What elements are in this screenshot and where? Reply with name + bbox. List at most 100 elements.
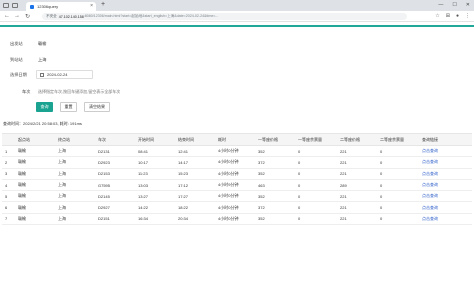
- depart-time: 13:03: [135, 179, 175, 192]
- table-row: 5 赣榆 上海 D2145 13:27 17:27 4小时0分钟 352 0 221 0 点击查询: [2, 190, 472, 203]
- url-field[interactable]: 不安全 47.102.140.158 :8080/12306/main.html…: [42, 13, 407, 20]
- table-row: 7 赣榆 上海 D2151 16:34 20:34 4小时0分钟 352 0 221 0 点击查询: [2, 213, 472, 226]
- first-class-seats: 0: [295, 213, 337, 226]
- query-link[interactable]: 点击查询: [419, 190, 472, 203]
- browser-tab[interactable]: 12306query ×: [26, 2, 96, 11]
- start-station-label: 出发站: [10, 41, 23, 46]
- date-value: 2024-02-24: [47, 72, 68, 77]
- query-link[interactable]: 点击查询: [419, 213, 472, 226]
- row-index: 4: [2, 179, 15, 192]
- second-class-price: 221: [337, 201, 377, 214]
- column-header-train: 车次: [95, 133, 135, 146]
- duration: 4小时0分钟: [215, 201, 255, 214]
- new-tab-button[interactable]: +: [101, 1, 105, 8]
- security-warning[interactable]: 不安全: [46, 14, 57, 19]
- first-class-price: 463: [255, 179, 295, 192]
- from-station: 赣榆: [15, 213, 55, 226]
- second-class-seats: 0: [377, 190, 419, 203]
- query-link[interactable]: 点击查询: [419, 201, 472, 214]
- depart-time: 13:27: [135, 190, 175, 203]
- tab-title: 12306query: [37, 4, 59, 9]
- to-station: 上海: [55, 201, 95, 214]
- second-class-seats: 0: [377, 156, 419, 169]
- query-link[interactable]: 点击查询: [419, 156, 472, 169]
- arrive-station-value[interactable]: 上海: [38, 57, 46, 63]
- extensions-icon[interactable]: ⊞: [446, 13, 450, 19]
- arrive-time: 20:34: [175, 213, 215, 226]
- search-button[interactable]: 查询: [36, 102, 53, 112]
- duration: 4小时0分钟: [215, 190, 255, 203]
- row-index: 6: [2, 201, 15, 214]
- first-class-seats: 0: [295, 156, 337, 169]
- second-class-price: 221: [337, 213, 377, 226]
- first-class-price: 352: [255, 213, 295, 226]
- column-header-first-seats: 一等座余票量: [295, 133, 337, 146]
- column-header-depart: 开始时间: [135, 133, 175, 146]
- depart-time: 08:41: [135, 145, 175, 158]
- train-number-label: 车次: [22, 89, 31, 94]
- reset-button[interactable]: 重置: [60, 102, 77, 112]
- first-class-seats: 0: [295, 201, 337, 214]
- from-station: 赣榆: [15, 179, 55, 192]
- second-class-seats: 0: [377, 168, 419, 180]
- arrive-time: 12:41: [175, 145, 215, 158]
- first-class-price: 352: [255, 190, 295, 203]
- tab-group-icon[interactable]: [3, 3, 9, 8]
- duration: 4小时0分钟: [215, 168, 255, 180]
- train-number-input[interactable]: [36, 87, 466, 96]
- row-index: 7: [2, 213, 15, 226]
- second-class-price: 221: [337, 190, 377, 203]
- forward-arrow-icon[interactable]: →: [14, 13, 20, 19]
- arrive-time: 14:17: [175, 156, 215, 169]
- tab-close-icon[interactable]: ×: [90, 3, 93, 9]
- first-class-seats: 0: [295, 168, 337, 180]
- first-class-seats: 0: [295, 190, 337, 203]
- tab-list-icon[interactable]: [12, 3, 18, 8]
- first-class-seats: 0: [295, 179, 337, 192]
- url-path: :8080/12306/main.html?start=起始地&start_en…: [83, 14, 219, 18]
- duration: 4小时0分钟: [215, 145, 255, 158]
- query-link[interactable]: 点击查询: [419, 179, 472, 192]
- address-bar: ← → ↻ 不安全 47.102.140.158 :8080/12306/mai…: [0, 11, 474, 22]
- back-arrow-icon[interactable]: ←: [4, 13, 10, 19]
- date-label: 选择日期: [10, 72, 27, 77]
- depart-time: 10:17: [135, 156, 175, 169]
- second-class-seats: 0: [377, 213, 419, 226]
- query-link[interactable]: 点击查询: [419, 145, 472, 158]
- minimize-button[interactable]: —: [438, 2, 443, 8]
- duration: 4小时0分钟: [215, 213, 255, 226]
- table-row: 6 赣榆 上海 D2927 14:22 18:22 4小时0分钟 372 0 221 0 点击查询: [2, 201, 472, 214]
- table-row: 3 赣榆 上海 D2153 11:23 15:23 4小时0分钟 352 0 221 0 点击查询: [2, 168, 472, 180]
- row-index: 1: [2, 145, 15, 158]
- to-station: 上海: [55, 213, 95, 226]
- date-picker[interactable]: 2024-02-24: [36, 70, 93, 79]
- close-window-button[interactable]: ✕: [466, 2, 470, 8]
- window-icons: [3, 3, 18, 8]
- from-station: 赣榆: [15, 156, 55, 169]
- profile-icon[interactable]: ●: [456, 13, 459, 19]
- second-class-seats: 0: [377, 179, 419, 192]
- to-station: 上海: [55, 156, 95, 169]
- clear-results-button[interactable]: 清空结果: [84, 102, 110, 112]
- query-link[interactable]: 点击查询: [419, 168, 472, 180]
- depart-time: 14:22: [135, 201, 175, 214]
- column-header-query-link: 查询链接: [419, 133, 472, 146]
- to-station: 上海: [55, 190, 95, 203]
- arrive-time: 18:22: [175, 201, 215, 214]
- train-number: D2145: [95, 190, 135, 203]
- first-class-price: 372: [255, 156, 295, 169]
- star-icon[interactable]: ☆: [435, 13, 439, 19]
- train-number: D2151: [95, 213, 135, 226]
- maximize-button[interactable]: ☐: [452, 2, 456, 8]
- arrive-time: 15:23: [175, 168, 215, 180]
- from-station: 赣榆: [15, 190, 55, 203]
- table-row: 2 赣榆 上海 D2923 10:17 14:17 4小时0分钟 372 0 221 0 点击查询: [2, 156, 472, 169]
- row-index: 2: [2, 156, 15, 169]
- reload-icon[interactable]: ↻: [25, 13, 30, 20]
- menu-icon[interactable]: ⋮: [465, 13, 470, 19]
- start-station-value[interactable]: 赣榆: [38, 41, 46, 47]
- second-class-price: 289: [337, 179, 377, 192]
- from-station: 赣榆: [15, 168, 55, 180]
- to-station: 上海: [55, 179, 95, 192]
- header-accent-line: [0, 25, 474, 27]
